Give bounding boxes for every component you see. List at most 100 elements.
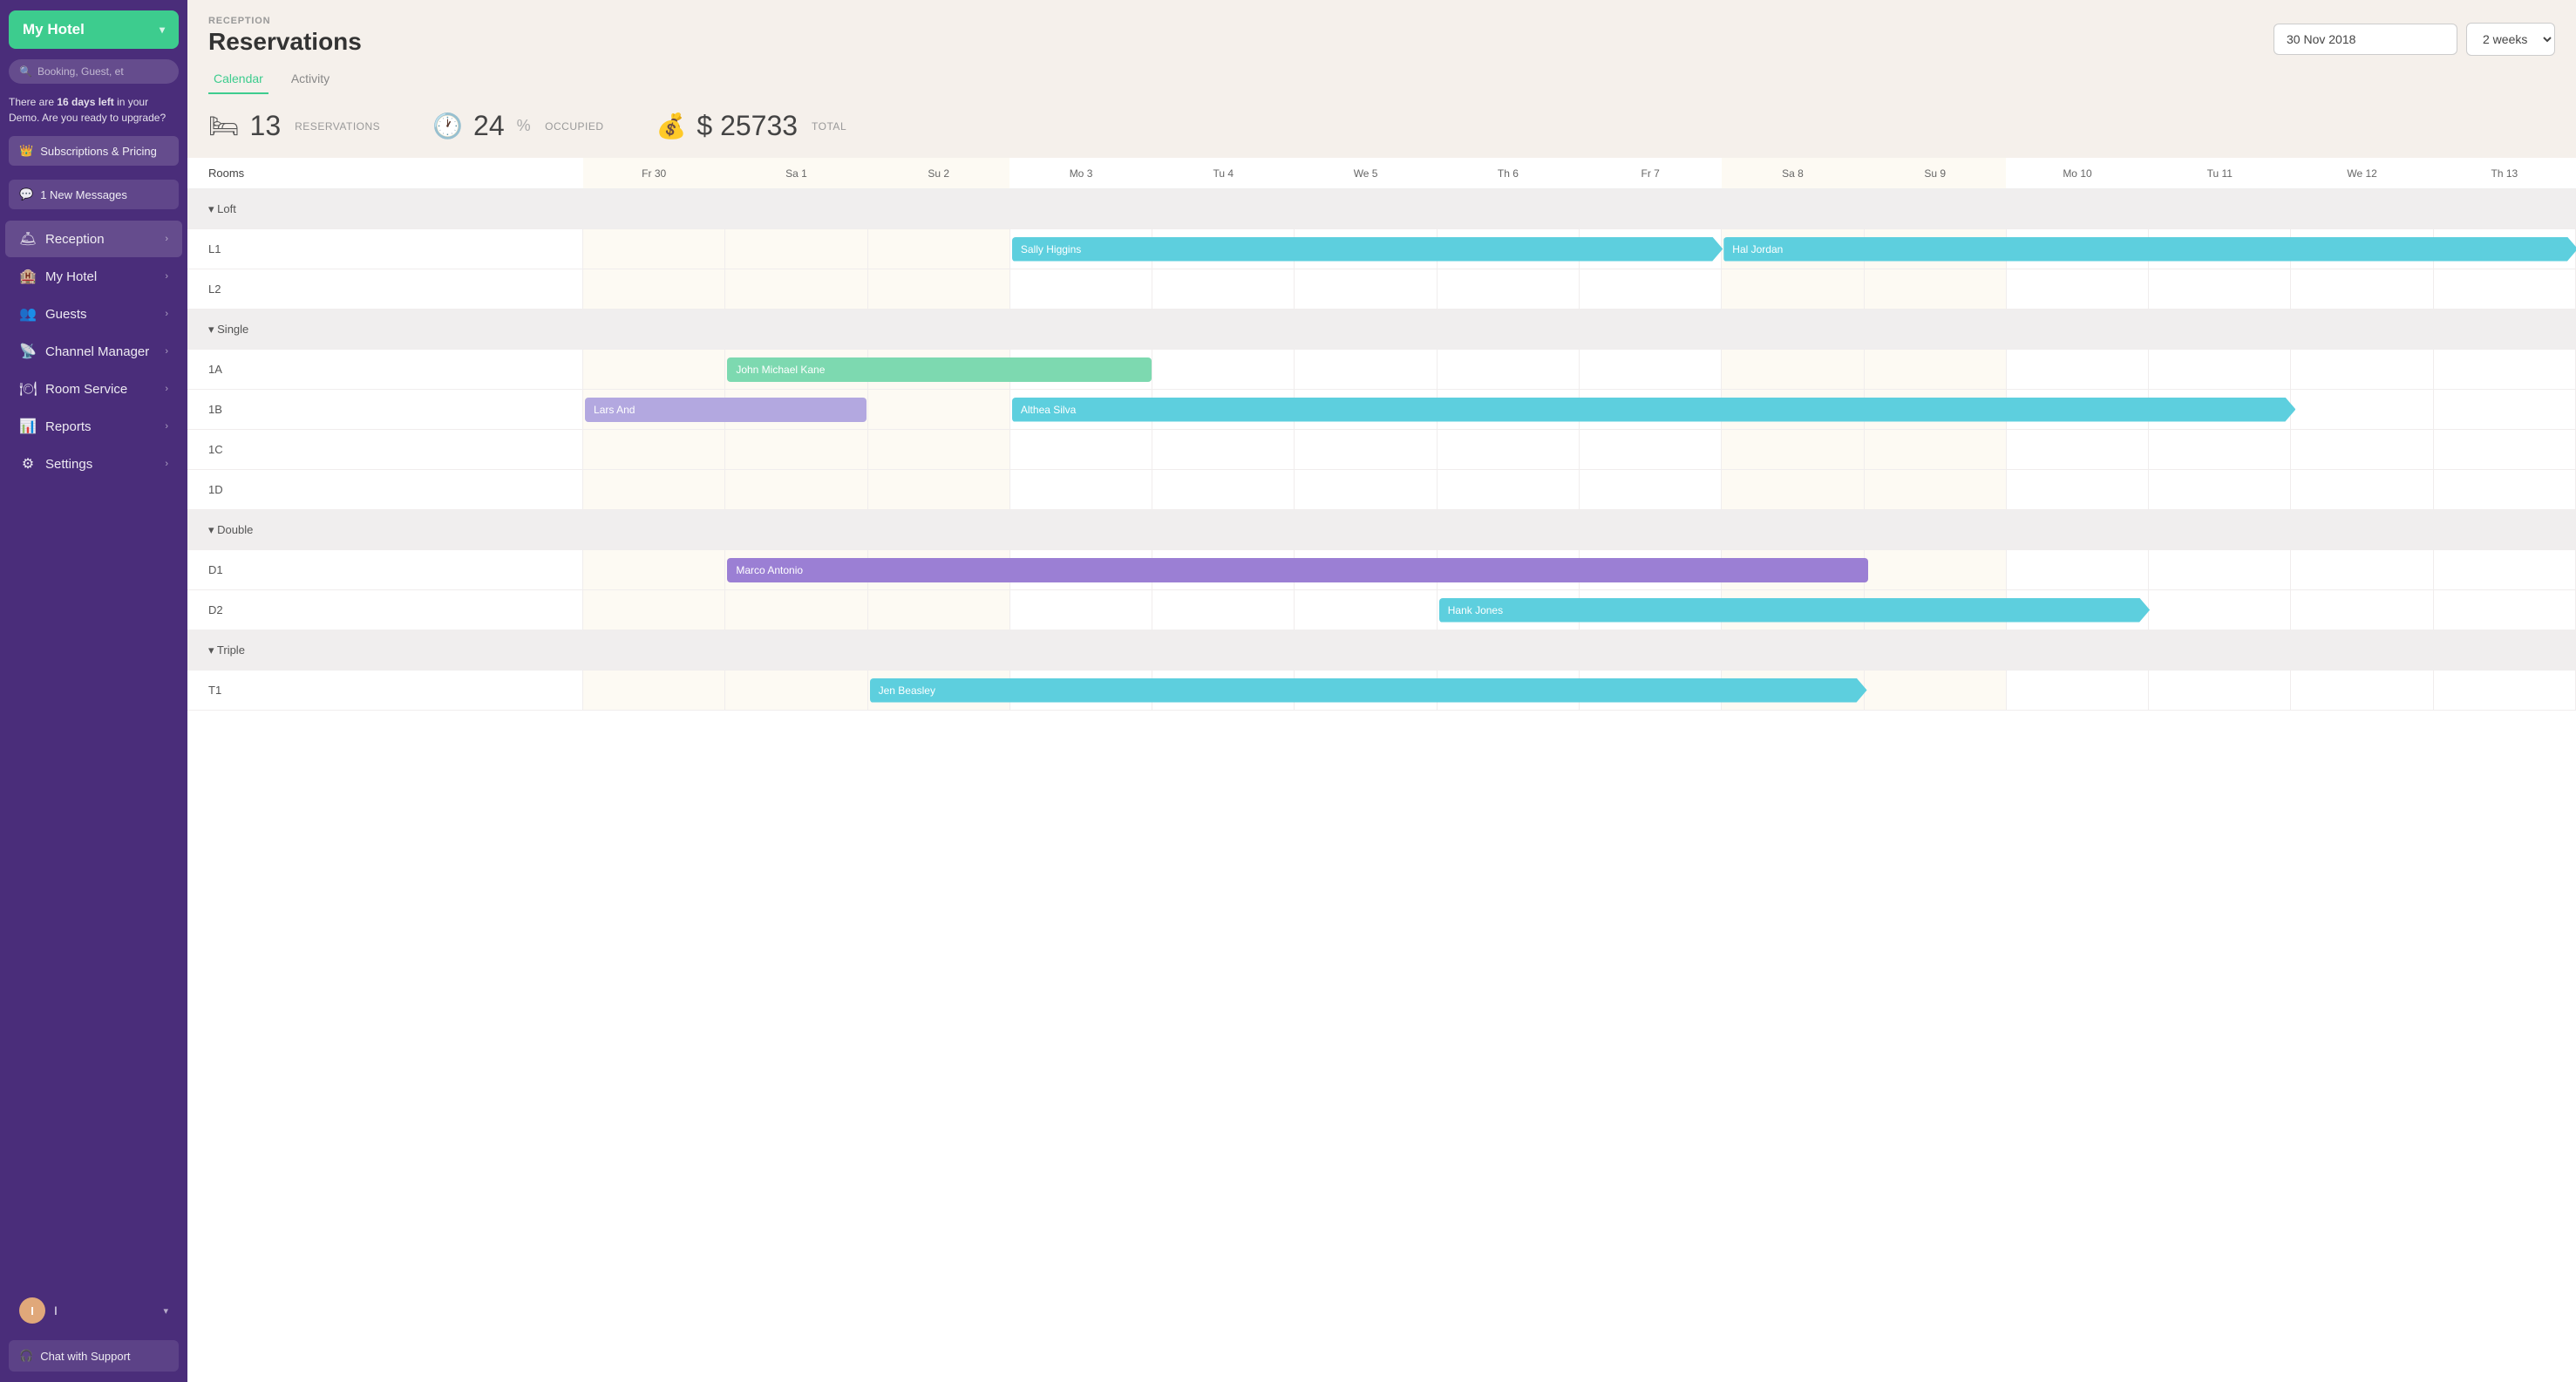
cell-1C-day-3[interactable]: [1009, 430, 1152, 470]
sidebar-item-settings[interactable]: ⚙ Settings ›: [5, 446, 182, 482]
cell-D2-day-3[interactable]: [1009, 590, 1152, 630]
cell-1A-day-8[interactable]: [1722, 350, 1864, 390]
cell-1D-day-11[interactable]: [2149, 470, 2291, 510]
cell-D2-day-11[interactable]: [2149, 590, 2291, 630]
cell-1C-day-11[interactable]: [2149, 430, 2291, 470]
cell-L2-day-2[interactable]: [867, 269, 1009, 310]
cell-L2-day-13[interactable]: [2433, 269, 2575, 310]
cell-1D-day-1[interactable]: [725, 470, 867, 510]
cell-1A-day-12[interactable]: [2291, 350, 2433, 390]
cell-1A-day-9[interactable]: [1864, 350, 2006, 390]
booking-sally-higgins[interactable]: Sally Higgins: [1012, 237, 1723, 262]
cell-1B-day-12[interactable]: [2291, 390, 2433, 430]
cell-D2-day-12[interactable]: [2291, 590, 2433, 630]
cell-1C-day-9[interactable]: [1864, 430, 2006, 470]
cell-D2-day-1[interactable]: [725, 590, 867, 630]
cell-T1-day-2[interactable]: Jen Beasley: [867, 671, 1009, 711]
booking-marco-antonio[interactable]: Marco Antonio: [727, 558, 1867, 582]
cell-1C-day-8[interactable]: [1722, 430, 1864, 470]
cell-T1-day-9[interactable]: [1864, 671, 2006, 711]
cell-L1-day-8[interactable]: Hal Jordan: [1722, 229, 1864, 269]
cell-1C-day-12[interactable]: [2291, 430, 2433, 470]
cell-L2-day-9[interactable]: [1864, 269, 2006, 310]
cell-L1-day-3[interactable]: Sally Higgins: [1009, 229, 1152, 269]
cell-L2-day-5[interactable]: [1295, 269, 1437, 310]
cell-L1-day-2[interactable]: [867, 229, 1009, 269]
cell-1A-day-4[interactable]: [1152, 350, 1295, 390]
cell-D2-day-0[interactable]: [583, 590, 725, 630]
cell-L1-day-1[interactable]: [725, 229, 867, 269]
cell-1B-day-2[interactable]: [867, 390, 1009, 430]
sidebar-item-guests[interactable]: 👥 Guests ›: [5, 296, 182, 332]
tab-activity[interactable]: Activity: [286, 65, 335, 94]
cell-1D-day-3[interactable]: [1009, 470, 1152, 510]
cell-L2-day-7[interactable]: [1580, 269, 1722, 310]
cell-D2-day-4[interactable]: [1152, 590, 1295, 630]
cell-1D-day-13[interactable]: [2433, 470, 2575, 510]
sidebar-item-my-hotel[interactable]: 🏨 My Hotel ›: [5, 258, 182, 295]
cell-1C-day-4[interactable]: [1152, 430, 1295, 470]
cell-L2-day-12[interactable]: [2291, 269, 2433, 310]
booking-jen-beasley[interactable]: Jen Beasley: [870, 678, 1867, 703]
calendar-table-wrapper[interactable]: RoomsFr 30Sa 1Su 2Mo 3Tu 4We 5Th 6Fr 7Sa…: [187, 158, 2576, 1382]
cell-L2-day-4[interactable]: [1152, 269, 1295, 310]
cell-1C-day-7[interactable]: [1580, 430, 1722, 470]
cell-D2-day-5[interactable]: [1295, 590, 1437, 630]
cell-L1-day-0[interactable]: [583, 229, 725, 269]
cell-L2-day-6[interactable]: [1437, 269, 1579, 310]
booking-hal-jordan[interactable]: Hal Jordan: [1723, 237, 2576, 262]
cell-T1-day-13[interactable]: [2433, 671, 2575, 711]
cell-1C-day-1[interactable]: [725, 430, 867, 470]
cell-1D-day-12[interactable]: [2291, 470, 2433, 510]
cell-1C-day-6[interactable]: [1437, 430, 1579, 470]
cell-1A-day-5[interactable]: [1295, 350, 1437, 390]
chat-support-button[interactable]: 🎧 Chat with Support: [9, 1340, 179, 1372]
cell-1C-day-2[interactable]: [867, 430, 1009, 470]
search-bar[interactable]: 🔍 Booking, Guest, et: [9, 59, 179, 84]
cell-D1-day-13[interactable]: [2433, 550, 2575, 590]
date-picker[interactable]: [2274, 24, 2457, 55]
user-menu[interactable]: I I ▾: [5, 1289, 182, 1332]
cell-1B-day-3[interactable]: Althea Silva: [1009, 390, 1152, 430]
cell-1B-day-13[interactable]: [2433, 390, 2575, 430]
booking-john-michael-kane[interactable]: John Michael Kane: [727, 357, 1152, 382]
week-selector[interactable]: 2 weeks 1 week 1 month: [2466, 23, 2555, 56]
cell-1A-day-0[interactable]: [583, 350, 725, 390]
cell-1A-day-13[interactable]: [2433, 350, 2575, 390]
upgrade-button[interactable]: 👑 Subscriptions & Pricing: [9, 136, 179, 166]
cell-1C-day-0[interactable]: [583, 430, 725, 470]
sidebar-item-reception[interactable]: 🛎 Reception ›: [5, 221, 182, 257]
cell-L2-day-3[interactable]: [1009, 269, 1152, 310]
cell-T1-day-12[interactable]: [2291, 671, 2433, 711]
cell-1C-day-5[interactable]: [1295, 430, 1437, 470]
cell-D2-day-2[interactable]: [867, 590, 1009, 630]
cell-L2-day-10[interactable]: [2006, 269, 2148, 310]
messages-button[interactable]: 💬 1 New Messages: [9, 180, 179, 209]
booking-lars-and[interactable]: Lars And: [585, 398, 867, 422]
hotel-selector[interactable]: My Hotel ▾: [9, 10, 179, 49]
sidebar-item-channel-manager[interactable]: 📡 Channel Manager ›: [5, 333, 182, 370]
tab-calendar[interactable]: Calendar: [208, 65, 268, 94]
cell-D1-day-1[interactable]: Marco Antonio: [725, 550, 867, 590]
sidebar-item-reports[interactable]: 📊 Reports ›: [5, 408, 182, 445]
cell-D1-day-0[interactable]: [583, 550, 725, 590]
cell-D2-day-13[interactable]: [2433, 590, 2575, 630]
cell-1A-day-10[interactable]: [2006, 350, 2148, 390]
cell-1A-day-1[interactable]: John Michael Kane: [725, 350, 867, 390]
cell-L2-day-11[interactable]: [2149, 269, 2291, 310]
cell-1B-day-0[interactable]: Lars And: [583, 390, 725, 430]
cell-L2-day-1[interactable]: [725, 269, 867, 310]
cell-D1-day-11[interactable]: [2149, 550, 2291, 590]
cell-1D-day-0[interactable]: [583, 470, 725, 510]
cell-1C-day-10[interactable]: [2006, 430, 2148, 470]
cell-1D-day-8[interactable]: [1722, 470, 1864, 510]
cell-T1-day-0[interactable]: [583, 671, 725, 711]
cell-1D-day-2[interactable]: [867, 470, 1009, 510]
cell-1D-day-4[interactable]: [1152, 470, 1295, 510]
cell-1D-day-9[interactable]: [1864, 470, 2006, 510]
cell-D1-day-12[interactable]: [2291, 550, 2433, 590]
cell-T1-day-10[interactable]: [2006, 671, 2148, 711]
cell-1D-day-6[interactable]: [1437, 470, 1579, 510]
cell-L2-day-8[interactable]: [1722, 269, 1864, 310]
cell-1D-day-5[interactable]: [1295, 470, 1437, 510]
